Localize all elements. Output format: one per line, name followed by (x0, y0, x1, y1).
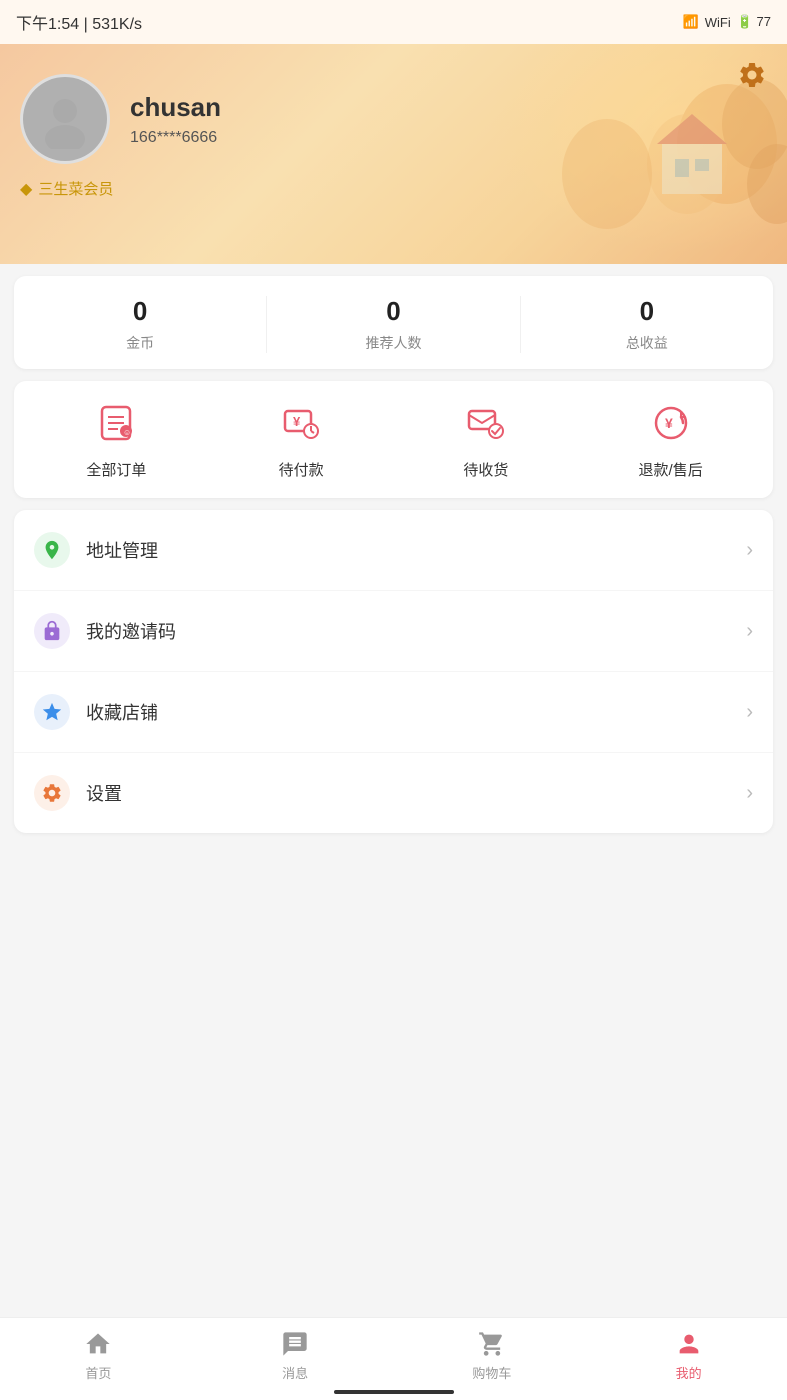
stat-earnings[interactable]: 0 总收益 (520, 296, 773, 353)
diamond-icon: ◆ (20, 179, 32, 199)
earnings-label: 总收益 (521, 333, 773, 353)
status-bar: 下午1:54 | 531K/s 📶 WiFi 🔋 77 (0, 0, 787, 44)
orders-row: ☺ 全部订单 ¥ 待付款 (24, 403, 763, 480)
bottom-nav: 首页 消息 购物车 我的 (0, 1317, 787, 1400)
settings-label: 设置 (86, 780, 746, 806)
svg-text:¥: ¥ (293, 414, 301, 429)
settings-chevron: › (746, 782, 753, 805)
wifi-icon: WiFi (705, 15, 731, 30)
phone: 166****6666 (130, 129, 221, 147)
menu-item-favorites[interactable]: 收藏店铺 › (14, 672, 773, 753)
home-indicator (334, 1390, 454, 1394)
battery-icon: 🔋 77 (737, 14, 771, 30)
order-payment[interactable]: ¥ 待付款 (209, 403, 394, 480)
orders-card: ☺ 全部订单 ¥ 待付款 (14, 381, 773, 498)
nav-cart[interactable]: 购物车 (394, 1330, 591, 1382)
favorites-icon (34, 694, 70, 730)
username: chusan (130, 92, 221, 123)
svg-text:☺: ☺ (123, 428, 131, 437)
status-time: 下午1:54 | 531K/s (16, 10, 142, 34)
member-label: 三生菜会员 (38, 178, 113, 199)
profile-header: chusan 166****6666 ◆ 三生菜会员 (0, 44, 787, 264)
stat-referrals[interactable]: 0 推荐人数 (266, 296, 519, 353)
profile-text: chusan 166****6666 (130, 92, 221, 147)
address-label: 地址管理 (86, 537, 746, 563)
delivery-icon (394, 403, 579, 449)
menu-item-invite[interactable]: 我的邀请码 › (14, 591, 773, 672)
settings-menu-icon (34, 775, 70, 811)
nav-mine[interactable]: 我的 (590, 1330, 787, 1382)
menu-item-address[interactable]: 地址管理 › (14, 510, 773, 591)
coins-value: 0 (14, 296, 266, 327)
svg-text:¥: ¥ (665, 415, 673, 431)
favorites-chevron: › (746, 701, 753, 724)
address-chevron: › (746, 539, 753, 562)
stats-card: 0 金币 0 推荐人数 0 总收益 (14, 276, 773, 369)
referrals-value: 0 (267, 296, 519, 327)
nav-message[interactable]: 消息 (197, 1330, 394, 1382)
nav-home[interactable]: 首页 (0, 1330, 197, 1382)
payment-icon: ¥ (209, 403, 394, 449)
invite-label: 我的邀请码 (86, 618, 746, 644)
avatar[interactable] (20, 74, 110, 164)
gear-icon (737, 60, 767, 90)
nav-mine-label: 我的 (676, 1363, 702, 1382)
delivery-label: 待收货 (394, 459, 579, 480)
nav-home-label: 首页 (85, 1363, 111, 1382)
referrals-label: 推荐人数 (267, 333, 519, 353)
favorites-label: 收藏店铺 (86, 699, 746, 725)
status-icons: 📶 WiFi 🔋 77 (683, 14, 771, 30)
address-icon (34, 532, 70, 568)
settings-button[interactable] (737, 60, 767, 97)
order-refund[interactable]: ¥ 退款/售后 (578, 403, 763, 480)
cart-icon (478, 1330, 506, 1358)
coins-label: 金币 (14, 333, 266, 353)
profile-info: chusan 166****6666 (20, 74, 767, 164)
refund-label: 退款/售后 (578, 459, 763, 480)
menu-item-settings[interactable]: 设置 › (14, 753, 773, 833)
stat-coins[interactable]: 0 金币 (14, 296, 266, 353)
nav-message-label: 消息 (282, 1363, 308, 1382)
all-orders-label: 全部订单 (24, 459, 209, 480)
nav-cart-label: 购物车 (472, 1363, 511, 1382)
menu-card: 地址管理 › 我的邀请码 › 收藏店铺 › 设置 › (14, 510, 773, 833)
invite-chevron: › (746, 620, 753, 643)
refund-icon: ¥ (578, 403, 763, 449)
message-icon (281, 1330, 309, 1358)
home-icon (84, 1330, 112, 1358)
order-delivery[interactable]: 待收货 (394, 403, 579, 480)
order-all[interactable]: ☺ 全部订单 (24, 403, 209, 480)
member-badge[interactable]: ◆ 三生菜会员 (20, 178, 767, 199)
earnings-value: 0 (521, 296, 773, 327)
payment-label: 待付款 (209, 459, 394, 480)
invite-icon (34, 613, 70, 649)
person-icon (675, 1330, 703, 1358)
all-orders-icon: ☺ (24, 403, 209, 449)
avatar-icon (35, 89, 95, 149)
signal-icon: 📶 (683, 14, 699, 30)
